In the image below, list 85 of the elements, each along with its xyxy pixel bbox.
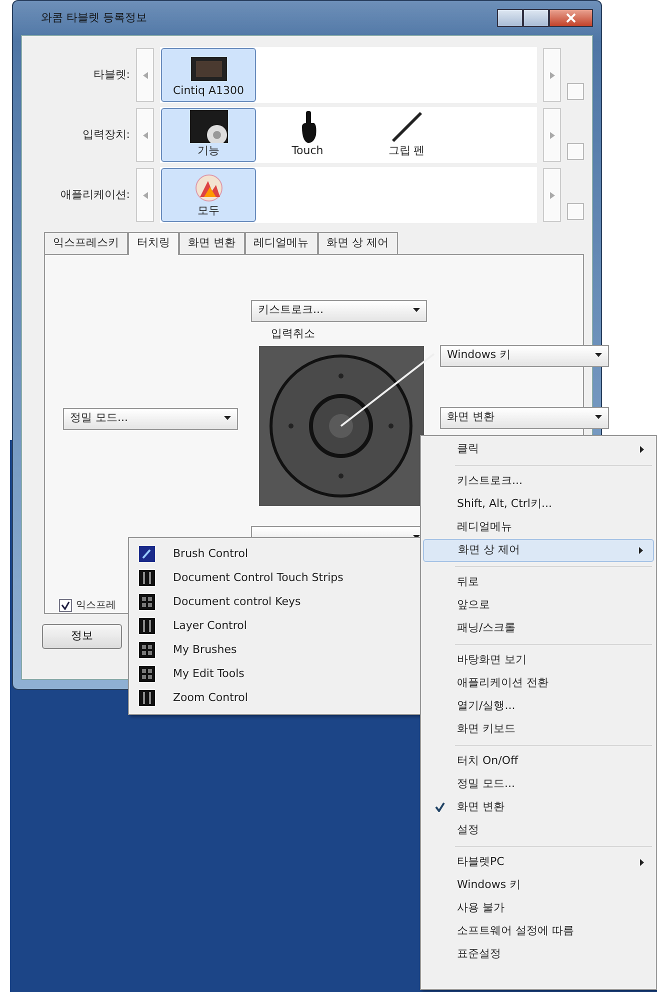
- submenu-item[interactable]: Layer Control: [131, 614, 422, 638]
- keys-icon: [139, 666, 155, 682]
- device-tile[interactable]: 모두: [161, 168, 256, 222]
- checkmark-icon: [435, 802, 445, 812]
- menu-item[interactable]: 타블렛PC: [423, 851, 654, 874]
- keys-icon: [139, 642, 155, 658]
- applications-icon: [194, 172, 224, 202]
- menu-item[interactable]: 패닝/스크롤: [423, 617, 654, 640]
- submenu-item[interactable]: My Brushes: [131, 638, 422, 662]
- checkbox[interactable]: [59, 598, 72, 612]
- dropdown-arrow-icon: [595, 415, 602, 420]
- left-arrow-icon: [142, 192, 148, 198]
- keys-icon: [139, 594, 155, 610]
- right-arrow-icon: [550, 132, 554, 138]
- menu-item[interactable]: 화면 키보드: [423, 718, 654, 741]
- tab[interactable]: 화면 변환: [179, 232, 244, 254]
- window-title: 와콤 타블렛 등록정보: [40, 10, 147, 26]
- small-button[interactable]: [567, 83, 584, 100]
- touch-strip-icon: [139, 618, 155, 634]
- checkmark-icon: [61, 600, 70, 610]
- scroll-left-button[interactable]: [136, 108, 154, 162]
- scroll-right-button[interactable]: [543, 48, 561, 102]
- menu-item[interactable]: 표준설정: [423, 943, 654, 966]
- submenu-item[interactable]: Zoom Control: [131, 686, 422, 710]
- tab[interactable]: 터치링: [128, 232, 179, 254]
- row-label: 애플리케이션:: [59, 186, 130, 203]
- express-keys-icon: [188, 109, 228, 142]
- menu-item[interactable]: 설정: [423, 819, 654, 842]
- scroll-left-button[interactable]: [136, 48, 154, 102]
- dropdown[interactable]: 화면 변환: [440, 406, 609, 428]
- left-arrow-icon: [142, 132, 148, 138]
- ring-label: 입력취소: [271, 326, 315, 342]
- menu-item[interactable]: 터치 On/Off: [423, 750, 654, 773]
- checkbox-label: 익스프레: [76, 598, 116, 612]
- close-icon: [566, 13, 576, 23]
- menu-item[interactable]: 정밀 모드...: [423, 773, 654, 796]
- dropdown[interactable]: 키스트로크...: [251, 300, 427, 322]
- maximize-button[interactable]: [523, 9, 549, 27]
- minimize-button[interactable]: [497, 9, 523, 27]
- submenu-item[interactable]: Document Control Touch Strips: [131, 566, 422, 590]
- dropdown-arrow-icon: [224, 416, 231, 420]
- menu-item[interactable]: 바탕화면 보기: [423, 649, 654, 672]
- small-button[interactable]: [567, 203, 584, 220]
- dropdown-arrow-icon: [595, 353, 602, 358]
- scroll-left-button[interactable]: [136, 168, 154, 222]
- close-button[interactable]: [549, 9, 593, 27]
- brush-control-icon: [139, 546, 155, 562]
- menu-item[interactable]: 애플리케이션 전환: [423, 672, 654, 695]
- device-tile[interactable]: Cintiq A1300: [161, 48, 256, 102]
- menu-item[interactable]: 앞으로: [423, 594, 654, 617]
- menu-item[interactable]: 열기/실행...: [423, 695, 654, 718]
- touch-strip-icon: [139, 570, 155, 586]
- menu-item[interactable]: 화면 상 제어: [423, 539, 654, 562]
- left-arrow-icon: [142, 72, 148, 78]
- tab[interactable]: 화면 상 제어: [318, 232, 398, 254]
- tab[interactable]: 레디얼메뉴: [244, 232, 318, 254]
- menu-item[interactable]: Shift, Alt, Ctrl키...: [423, 493, 654, 516]
- menu-item[interactable]: 화면 변환: [423, 796, 654, 819]
- menu-item[interactable]: 레디얼메뉴: [423, 516, 654, 539]
- info-button[interactable]: 정보: [42, 624, 122, 648]
- dropdown-arrow-icon: [413, 308, 420, 312]
- menu-item[interactable]: 사용 불가: [423, 897, 654, 920]
- menu-item[interactable]: 키스트로크...: [423, 470, 654, 493]
- scroll-right-button[interactable]: [543, 168, 561, 222]
- touch-strip-icon: [139, 690, 155, 706]
- device-tile[interactable]: 기능: [161, 108, 256, 162]
- dropdown[interactable]: 정밀 모드...: [63, 408, 238, 430]
- row-label: 입력장치:: [81, 126, 130, 143]
- dropdown[interactable]: Windows 키: [440, 344, 609, 366]
- menu-item[interactable]: 소프트웨어 설정에 따름: [423, 920, 654, 943]
- device-tile[interactable]: 그립 펜: [359, 108, 454, 162]
- row-label: 타블렛:: [92, 66, 130, 83]
- menu-item[interactable]: Windows 키: [423, 874, 654, 897]
- tablet-icon: [188, 54, 228, 82]
- device-tile[interactable]: Touch: [260, 108, 355, 162]
- submenu-item[interactable]: Brush Control: [131, 542, 422, 566]
- submenu-item[interactable]: Document control Keys: [131, 590, 422, 614]
- right-arrow-icon: [550, 192, 554, 198]
- menu-item[interactable]: 뒤로: [423, 571, 654, 594]
- small-button[interactable]: [567, 143, 584, 160]
- right-arrow-icon: [550, 72, 554, 78]
- scroll-right-button[interactable]: [543, 108, 561, 162]
- tab[interactable]: 익스프레스키: [44, 232, 128, 254]
- menu-item[interactable]: 클릭: [423, 438, 654, 461]
- submenu-item[interactable]: My Edit Tools: [131, 662, 422, 686]
